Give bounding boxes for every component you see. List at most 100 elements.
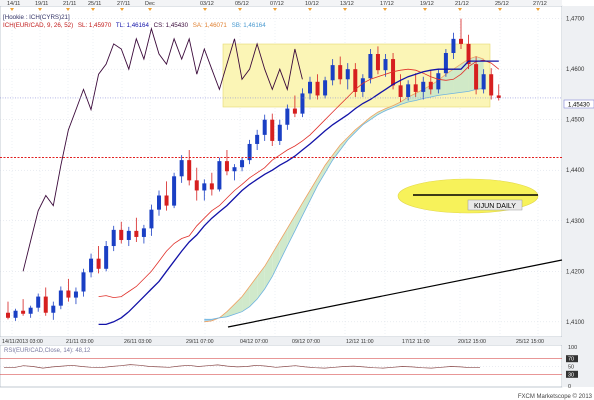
candle-body: [383, 59, 388, 71]
candle-body: [73, 291, 78, 298]
candle-body: [421, 81, 426, 92]
candle-body: [413, 84, 418, 92]
bottom-date-label: 29/11 07:00: [186, 339, 214, 345]
top-date-label: 13/12: [340, 1, 354, 7]
candle-body: [255, 134, 260, 144]
top-date-label: 21/11: [63, 1, 76, 7]
candle-body: [398, 85, 403, 97]
rsi-tick-label: 100: [568, 345, 577, 351]
candle-body: [345, 69, 350, 80]
chart-title-tag: [Hookie : ICH(CYRS)21]: [3, 14, 70, 21]
top-date-label: 19/12: [420, 1, 434, 7]
candle-body: [13, 310, 18, 318]
candle-body: [134, 230, 139, 237]
candle-body: [217, 161, 222, 190]
candle-body: [262, 119, 267, 135]
top-date-label: 17/12: [380, 1, 394, 7]
candle-body: [141, 228, 146, 237]
candle-body: [270, 119, 275, 141]
candle-body: [36, 296, 41, 308]
candle-body: [21, 310, 26, 314]
price-tick-label: 1,4400: [566, 168, 585, 174]
candle-body: [119, 229, 124, 240]
bottom-date-label: 04/12 07:00: [240, 339, 268, 345]
top-date-label: 05/12: [235, 1, 249, 7]
candle-body: [194, 180, 199, 191]
candle-body: [428, 81, 433, 90]
bottom-date-label: 20/12 15:00: [458, 339, 486, 345]
candle-body: [66, 290, 71, 298]
candle-body: [179, 160, 184, 177]
candle-body: [126, 230, 131, 240]
candle-body: [43, 296, 48, 313]
candle-body: [443, 52, 448, 74]
bottom-date-label: 09/12 07:00: [292, 339, 320, 345]
candle-body: [375, 54, 380, 71]
candle-body: [111, 229, 116, 247]
candle-body: [496, 95, 501, 98]
candle-body: [474, 64, 479, 90]
candle-body: [292, 108, 297, 114]
candle-body: [277, 124, 282, 141]
candle-body: [368, 54, 373, 79]
legend-sa: SA: 1,46071: [193, 22, 228, 29]
candle-body: [451, 38, 456, 53]
rsi-tick-label: 0: [568, 384, 571, 390]
top-date-label: 27/11: [117, 1, 130, 7]
candle-body: [224, 161, 229, 172]
candle-body: [300, 93, 305, 114]
price-tick-label: 1,4100: [566, 320, 585, 326]
ichimoku-legend: ICH(EUR/CAD, 9, 26, 52) SL: 1,45970 TL: …: [3, 22, 266, 29]
rsi-legend: RSI(EUR/CAD,Close, 14): 48,12: [4, 348, 91, 354]
candle-body: [149, 209, 154, 229]
candle-body: [58, 290, 63, 306]
candle-body: [172, 176, 177, 206]
top-date-label: Dec: [145, 1, 155, 7]
candle-body: [157, 195, 161, 210]
candlestick-chart: 14/11 19/11 21/11 25/11 27/11 Dec 03/12 05/12 07…: [0, 0, 594, 400]
top-date-label: 07/12: [270, 1, 284, 7]
price-tick-label: 1,4500: [566, 118, 585, 124]
candle-body: [164, 195, 169, 206]
candle-body: [81, 272, 86, 292]
top-date-label: 25/12: [495, 1, 509, 7]
price-tick-label: 1,4600: [566, 67, 585, 73]
bottom-date-label: 14/11/2013 03:00: [2, 339, 43, 345]
rsi-tick-label: 30: [568, 372, 574, 378]
candle-body: [308, 81, 312, 94]
candle-body: [459, 38, 463, 44]
price-tick-label: 1,4700: [566, 17, 585, 23]
candle-body: [323, 80, 328, 96]
top-date-label: 03/12: [200, 1, 214, 7]
candle-body: [436, 73, 441, 90]
candle-body: [28, 307, 33, 314]
bottom-date-label: 25/12 15:00: [516, 339, 544, 345]
legend-ichimoku: ICH(EUR/CAD, 9, 26, 52): [3, 22, 73, 29]
legend-sl: SL: 1,45970: [78, 22, 112, 29]
candle-body: [330, 65, 335, 81]
candle-body: [104, 246, 109, 269]
bottom-date-label: 21/11 03:00: [66, 339, 94, 345]
top-date-label: 25/11: [88, 1, 101, 7]
candle-body: [489, 74, 494, 96]
candle-body: [232, 167, 237, 172]
kijun-daily-label: KIJUN DAILY: [474, 203, 516, 210]
candle-body: [481, 74, 486, 90]
candle-body: [89, 258, 94, 273]
bottom-date-label: 17/12 11:00: [402, 339, 430, 345]
candle-body: [202, 183, 207, 191]
chart-window: 14/11 19/11 21/11 25/11 27/11 Dec 03/12 05/12 07…: [0, 0, 594, 400]
legend-tl: TL: 1,46164: [116, 22, 150, 29]
footer-credit: FXCM Marketscope © 2013: [518, 393, 593, 400]
current-price-tag-label: 1,45430: [568, 103, 590, 109]
candle-body: [338, 65, 343, 80]
top-date-label: 21/12: [455, 1, 469, 7]
legend-cs: CS: 1,45430: [154, 22, 189, 29]
top-date-label: 10/12: [305, 1, 319, 7]
top-date-label: 19/11: [35, 1, 48, 7]
bottom-date-label: 26/11 03:00: [124, 339, 152, 345]
candle-body: [51, 305, 56, 313]
rsi-tick-label: 50: [568, 365, 574, 371]
price-tick-label: 1,4300: [566, 219, 585, 225]
top-date-label: 27/12: [533, 1, 547, 7]
